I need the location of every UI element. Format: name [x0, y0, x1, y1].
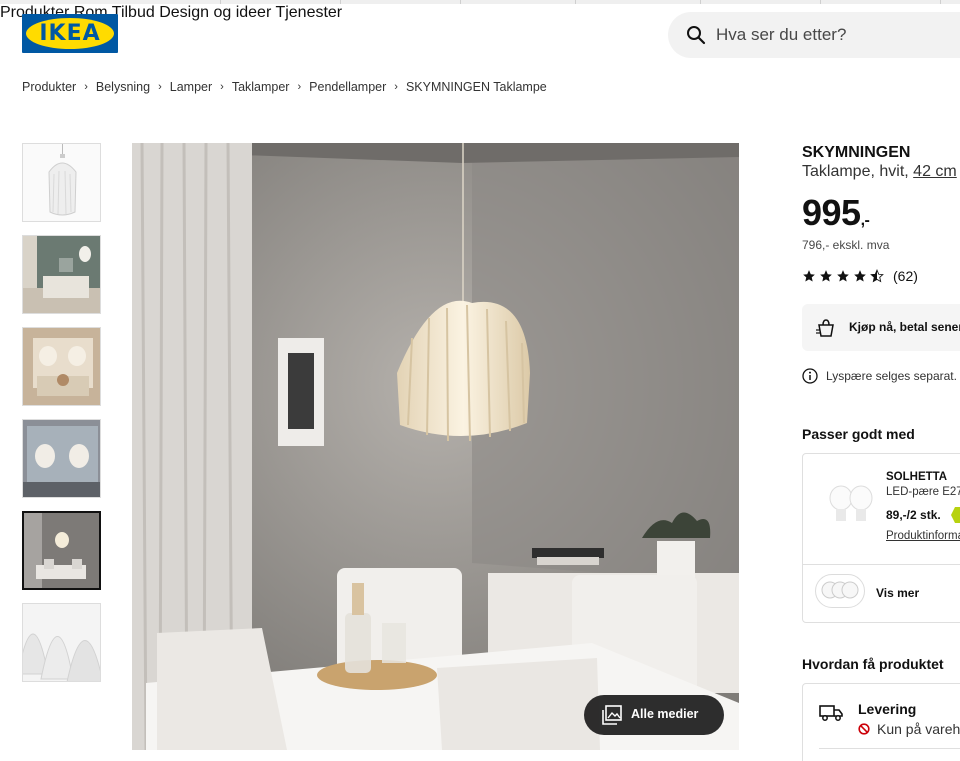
thumbnail-4[interactable]	[22, 419, 101, 498]
nav-tilbud[interactable]: Tilbud	[112, 4, 155, 21]
product-size-link[interactable]: 42 cm	[913, 163, 957, 180]
led-bulb-image[interactable]	[823, 484, 879, 528]
truck-icon	[819, 705, 843, 721]
bulb-note: Lyspære selges separat.	[802, 367, 957, 385]
thumbnail-3[interactable]	[22, 327, 101, 406]
search-input[interactable]: Hva ser du etter?	[668, 12, 960, 58]
chevron-right-icon: ›	[158, 81, 162, 93]
star-icon	[820, 270, 832, 282]
search-icon	[687, 26, 706, 45]
delivery-card[interactable]: Levering Kun på varehus	[802, 683, 960, 761]
logo-text: IKEA	[39, 21, 101, 46]
price-excl-vat: 796,- ekskl. mva	[802, 238, 890, 252]
thumbnail-2[interactable]	[22, 235, 101, 314]
chevron-right-icon: ›	[220, 81, 224, 93]
pay-later-label: Kjøp nå, betal senere	[849, 320, 960, 334]
product-price: 995,-	[802, 192, 870, 233]
star-icon	[837, 270, 849, 282]
nav-design-og-ideer[interactable]: Design og ideer	[159, 4, 271, 21]
info-icon	[802, 368, 818, 384]
goes-well-with-title: Passer godt med	[802, 426, 915, 442]
nav-tjenester[interactable]: Tjenester	[275, 4, 342, 21]
all-media-label: Alle medier	[631, 707, 699, 721]
star-icon	[803, 270, 815, 282]
breadcrumb-item[interactable]: Pendellamper	[309, 80, 386, 94]
related-product-description: LED-pære E27	[886, 486, 960, 498]
pay-later-banner[interactable]: Kjøp nå, betal senere	[802, 304, 960, 351]
thumbnail-1[interactable]	[22, 143, 101, 222]
thumbnail-5-selected[interactable]	[22, 511, 101, 590]
related-product-name: SOLHETTA	[886, 471, 948, 483]
product-info-link[interactable]: Produktinformasjon	[886, 530, 960, 542]
shopping-bag-icon	[816, 319, 834, 337]
breadcrumb-item[interactable]: Lamper	[170, 80, 212, 94]
breadcrumb-current: SKYMNINGEN Taklampe	[405, 80, 547, 94]
product-main-image[interactable]	[132, 143, 739, 750]
goes-well-with-card: SOLHETTA LED-pære E27 89,-/2 stk. Produk…	[802, 453, 960, 623]
unavailable-icon	[858, 723, 870, 735]
all-media-button[interactable]: Alle medier	[584, 695, 724, 735]
breadcrumb-item[interactable]: Belysning	[96, 80, 150, 94]
search-placeholder: Hva ser du etter?	[716, 25, 847, 44]
energy-label-icon	[951, 507, 960, 523]
review-count: (62)	[893, 268, 918, 284]
how-to-get-title: Hvordan få produktet	[802, 656, 944, 672]
breadcrumb-item[interactable]: Taklamper	[232, 80, 290, 94]
delivery-title: Levering	[858, 701, 917, 717]
chevron-right-icon: ›	[394, 81, 398, 93]
star-icon	[854, 270, 866, 282]
site-header: IKEA Produkter Rom Tilbud Design og idee…	[0, 4, 960, 64]
chevron-right-icon: ›	[84, 81, 88, 93]
delivery-status: Kun på varehus	[858, 721, 960, 737]
related-product-price: 89,-/2 stk.	[886, 508, 941, 522]
half-star-icon	[870, 269, 884, 283]
ikea-logo[interactable]: IKEA	[22, 14, 118, 53]
product-description: Taklampe, hvit, 42 cm	[802, 163, 957, 180]
breadcrumb-item[interactable]: Produkter	[22, 80, 76, 94]
chevron-right-icon: ›	[297, 81, 302, 93]
gallery-icon	[602, 705, 622, 725]
bulbs-thumbnail-icon	[815, 574, 865, 608]
rating-stars[interactable]: (62)	[802, 268, 918, 284]
thumbnail-6[interactable]	[22, 603, 101, 682]
show-more-link[interactable]: Vis mer	[876, 586, 919, 600]
breadcrumb: Produkter › Belysning › Lamper › Taklamper ›…	[22, 79, 547, 95]
product-name: SKYMNINGEN	[802, 144, 911, 161]
